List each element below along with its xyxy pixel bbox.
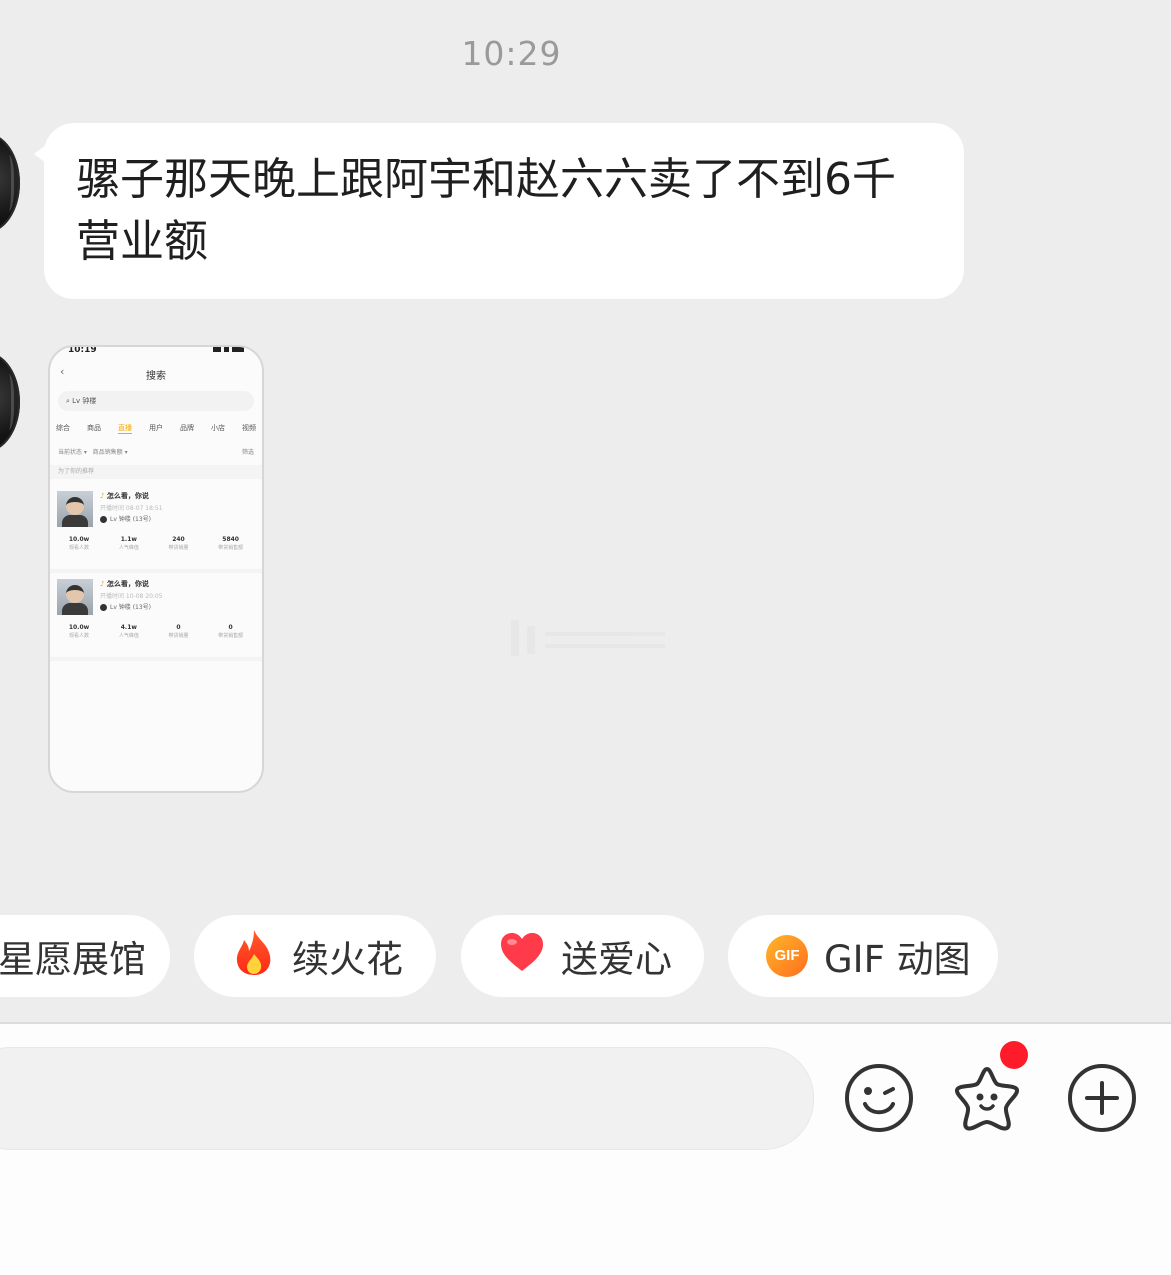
hint-bar: 为了你的推荐: [50, 465, 262, 479]
chip-gif[interactable]: GIF GIF 动图: [728, 915, 998, 997]
chip-label: GIF 动图: [824, 938, 971, 981]
tab: 视频: [242, 424, 256, 432]
stat: 10.0w 观看人数: [68, 536, 90, 551]
status-time: 10:19: [68, 345, 97, 355]
add-icon[interactable]: [1067, 1063, 1137, 1133]
emoji-icon[interactable]: [844, 1063, 914, 1133]
tab: 品牌: [180, 424, 194, 432]
stat: 0 带货销售额: [218, 624, 244, 639]
card-sub: 开播时间 10-08 20:05: [100, 593, 163, 600]
stat: 5840 带货销售额: [218, 536, 244, 551]
chip-send-heart[interactable]: 送爱心: [461, 915, 704, 997]
flame-icon: [232, 928, 276, 985]
sender-avatar[interactable]: [0, 133, 20, 233]
chip-label: 续火花: [292, 938, 403, 981]
stat: 0 带货销量: [168, 624, 189, 639]
streamer-photo: [57, 491, 93, 527]
chip-star-wish-hall[interactable]: 星愿展馆: [0, 915, 170, 997]
shared-screenshot-image[interactable]: 10:19 ‹ 搜索 ⌕ Lv 钟楼 综合 商品 直播 用户 品牌 小店 视频 …: [48, 345, 264, 793]
card-shop-name: Lv 钟楼 (13号): [110, 604, 152, 611]
screen-title: 搜索: [146, 371, 166, 382]
chip-label: 送爱心: [561, 938, 672, 981]
tab: 用户: [149, 424, 163, 432]
filter: 当前状态: [58, 449, 83, 456]
filter-right: 筛选: [241, 449, 254, 456]
stat: 10.0w 观看人数: [68, 624, 90, 639]
card-title: ♪ 怎么看，你说: [100, 580, 149, 588]
card-stats: 10.0w 观看人数 4.1w 人气峰值 0 带货销量 0 带货销售额: [54, 623, 258, 641]
message-timestamp: 10:29: [461, 34, 562, 73]
result-card: ♪ 怎么看，你说 开播时间 08-07 18:51 Lv 钟楼 (13号) 10…: [50, 485, 262, 573]
search-text: Lv 钟楼: [72, 397, 97, 405]
filters: 当前状态 ▾ 商品销售额 ▾ 筛选: [58, 449, 254, 456]
gif-icon: GIF: [766, 935, 808, 977]
chip-label: 星愿展馆: [0, 938, 146, 981]
streamer-photo: [57, 579, 93, 615]
heart-icon: [499, 931, 545, 982]
message-text: 骡子那天晚上跟阿宇和赵六六卖了不到6千营业额: [76, 154, 896, 267]
card-name: 怎么看，你说: [106, 492, 149, 500]
card-shop: Lv 钟楼 (13号): [100, 514, 151, 523]
star-face-icon[interactable]: [952, 1063, 1022, 1133]
card-shop-name: Lv 钟楼 (13号): [110, 516, 152, 523]
quick-actions: 星愿展馆 续火花 送爱心 GIF GIF 动图: [0, 915, 1171, 997]
status-icons: [210, 347, 244, 352]
faded-artifact: [505, 618, 670, 658]
result-tabs: 综合 商品 直播 用户 品牌 小店 视频: [56, 423, 256, 434]
search-box: ⌕ Lv 钟楼: [58, 391, 254, 411]
card-shop: Lv 钟楼 (13号): [100, 602, 151, 611]
filter: 商品销售额: [92, 449, 123, 456]
card-name: 怎么看，你说: [106, 580, 149, 588]
sender-avatar[interactable]: [0, 352, 20, 452]
tab: 小店: [211, 424, 225, 432]
tab: 商品: [87, 424, 101, 432]
notification-badge: [1000, 1041, 1028, 1069]
result-card: ♪ 怎么看，你说 开播时间 10-08 20:05 Lv 钟楼 (13号) 10…: [50, 573, 262, 661]
message-bubble[interactable]: 骡子那天晚上跟阿宇和赵六六卖了不到6千营业额: [34, 123, 964, 299]
stat: 4.1w 人气峰值: [118, 624, 139, 639]
tab: 综合: [56, 424, 70, 432]
message-input[interactable]: [0, 1047, 814, 1150]
card-sub: 开播时间 08-07 18:51: [100, 505, 163, 512]
chip-continue-spark[interactable]: 续火花: [194, 915, 436, 997]
stat: 240 带货销量: [168, 536, 189, 551]
card-stats: 10.0w 观看人数 1.1w 人气峰值 240 带货销量 5840 带货销售额: [54, 535, 258, 553]
stat: 1.1w 人气峰值: [118, 536, 139, 551]
card-title: ♪ 怎么看，你说: [100, 492, 149, 500]
tab-active: 直播: [118, 424, 132, 434]
